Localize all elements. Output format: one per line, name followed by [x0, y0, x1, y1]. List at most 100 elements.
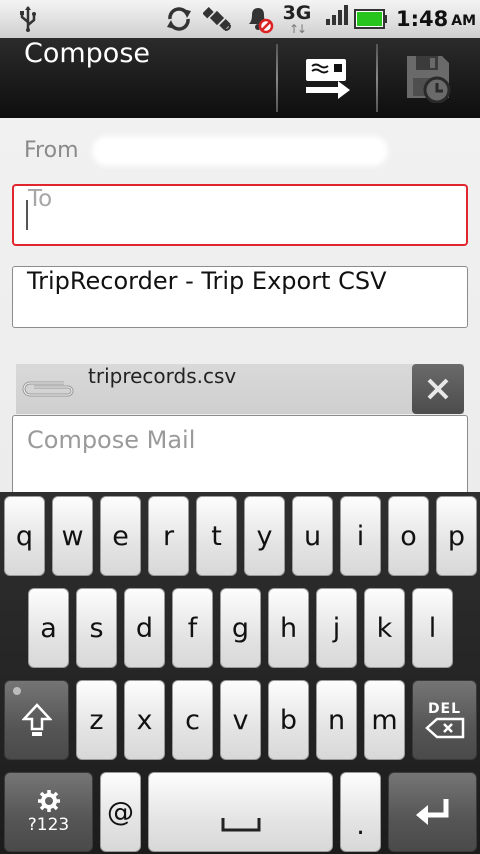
compose-form: From To TripRecorder - Trip Export CSV t… — [0, 118, 480, 492]
alarm-off-icon — [242, 0, 276, 38]
key-label: u — [303, 520, 322, 552]
key-label: b — [279, 704, 298, 736]
key-period[interactable]: . — [340, 772, 381, 852]
key-label: o — [400, 520, 417, 552]
key-label: l — [428, 612, 437, 644]
key-v[interactable]: v — [220, 680, 261, 760]
key-b[interactable]: b — [268, 680, 309, 760]
key-label: q — [15, 520, 34, 552]
key-h[interactable]: h — [268, 588, 309, 668]
key-label: y — [256, 520, 273, 552]
key-at[interactable]: @ — [100, 772, 141, 852]
body-field[interactable]: Compose Mail — [12, 415, 468, 492]
network-type: 3G ↑↓ — [280, 0, 314, 38]
key-label: g — [231, 612, 250, 644]
delete-label: DEL — [427, 701, 462, 717]
key-label: z — [89, 704, 104, 736]
key-label: s — [89, 612, 104, 644]
send-button[interactable] — [280, 38, 376, 118]
shift-indicator — [13, 687, 21, 695]
key-label: j — [332, 612, 341, 644]
attachment-item: triprecords.csv — [16, 364, 464, 414]
gear-icon — [37, 790, 60, 812]
status-bar: 3G ↑↓ 1:48 AM — [0, 0, 480, 38]
from-label: From — [24, 138, 79, 163]
key-x[interactable]: x — [124, 680, 165, 760]
remove-attachment-button[interactable] — [412, 364, 464, 414]
key-u[interactable]: u — [292, 496, 333, 576]
subject-value: TripRecorder - Trip Export CSV — [27, 267, 387, 295]
key-label: c — [185, 704, 200, 736]
network-type-label: 3G — [282, 1, 312, 24]
key-enter[interactable] — [388, 772, 477, 852]
key-d[interactable]: d — [124, 588, 165, 668]
key-symbols[interactable]: ?123 — [4, 772, 93, 852]
save-draft-icon — [407, 56, 451, 103]
key-e[interactable]: e — [100, 496, 141, 576]
send-icon — [306, 59, 350, 99]
network-activity-icon: ↑↓ — [288, 21, 307, 36]
title-bar: Compose — [0, 38, 480, 118]
clock: 1:48 AM — [396, 0, 476, 38]
clock-time: 1:48 — [396, 7, 449, 31]
to-placeholder: To — [28, 186, 53, 212]
subject-field[interactable]: TripRecorder - Trip Export CSV — [12, 266, 468, 328]
key-label: e — [112, 520, 129, 552]
key-label: f — [187, 612, 198, 644]
key-label: d — [135, 612, 154, 644]
key-n[interactable]: n — [316, 680, 357, 760]
key-f[interactable]: f — [172, 588, 213, 668]
key-y[interactable]: y — [244, 496, 285, 576]
key-space[interactable] — [148, 772, 333, 852]
key-j[interactable]: j — [316, 588, 357, 668]
key-label: . — [356, 809, 365, 841]
backspace-icon — [424, 717, 464, 739]
key-label: t — [211, 520, 222, 552]
to-field[interactable]: To — [12, 184, 468, 246]
symbols-label: ?123 — [27, 815, 70, 835]
key-label: k — [376, 612, 393, 644]
key-l[interactable]: l — [412, 588, 453, 668]
key-label: x — [136, 704, 153, 736]
key-label: r — [162, 520, 175, 552]
enter-icon — [415, 799, 448, 825]
key-m[interactable]: m — [364, 680, 405, 760]
key-t[interactable]: t — [196, 496, 237, 576]
key-label: @ — [107, 796, 134, 828]
key-c[interactable]: c — [172, 680, 213, 760]
key-w[interactable]: w — [52, 496, 93, 576]
key-p[interactable]: p — [436, 496, 477, 576]
clock-ampm: AM — [451, 13, 477, 29]
key-s[interactable]: s — [76, 588, 117, 668]
key-q[interactable]: q — [4, 496, 45, 576]
gps-icon — [200, 0, 236, 38]
shift-icon — [21, 703, 52, 736]
key-label: m — [371, 704, 398, 736]
body-placeholder: Compose Mail — [27, 426, 196, 454]
paperclip-icon — [22, 381, 74, 397]
key-g[interactable]: g — [220, 588, 261, 668]
space-icon — [221, 818, 260, 832]
page-title: Compose — [24, 38, 151, 69]
key-label: w — [61, 520, 84, 552]
close-icon — [427, 378, 449, 400]
key-k[interactable]: k — [364, 588, 405, 668]
key-label: v — [232, 704, 249, 736]
battery-icon — [354, 0, 388, 38]
key-label: p — [447, 520, 466, 552]
key-a[interactable]: a — [28, 588, 69, 668]
key-o[interactable]: o — [388, 496, 429, 576]
from-value[interactable] — [92, 136, 388, 166]
attachment-name: triprecords.csv — [88, 364, 237, 388]
divider — [276, 44, 278, 112]
key-i[interactable]: i — [340, 496, 381, 576]
save-draft-button[interactable] — [378, 38, 480, 118]
key-label: i — [356, 520, 365, 552]
signal-icon — [326, 0, 350, 38]
usb-icon — [14, 0, 42, 38]
key-z[interactable]: z — [76, 680, 117, 760]
key-delete[interactable]: DEL — [412, 680, 477, 760]
sync-icon — [162, 0, 196, 38]
key-shift[interactable] — [4, 680, 69, 760]
key-r[interactable]: r — [148, 496, 189, 576]
